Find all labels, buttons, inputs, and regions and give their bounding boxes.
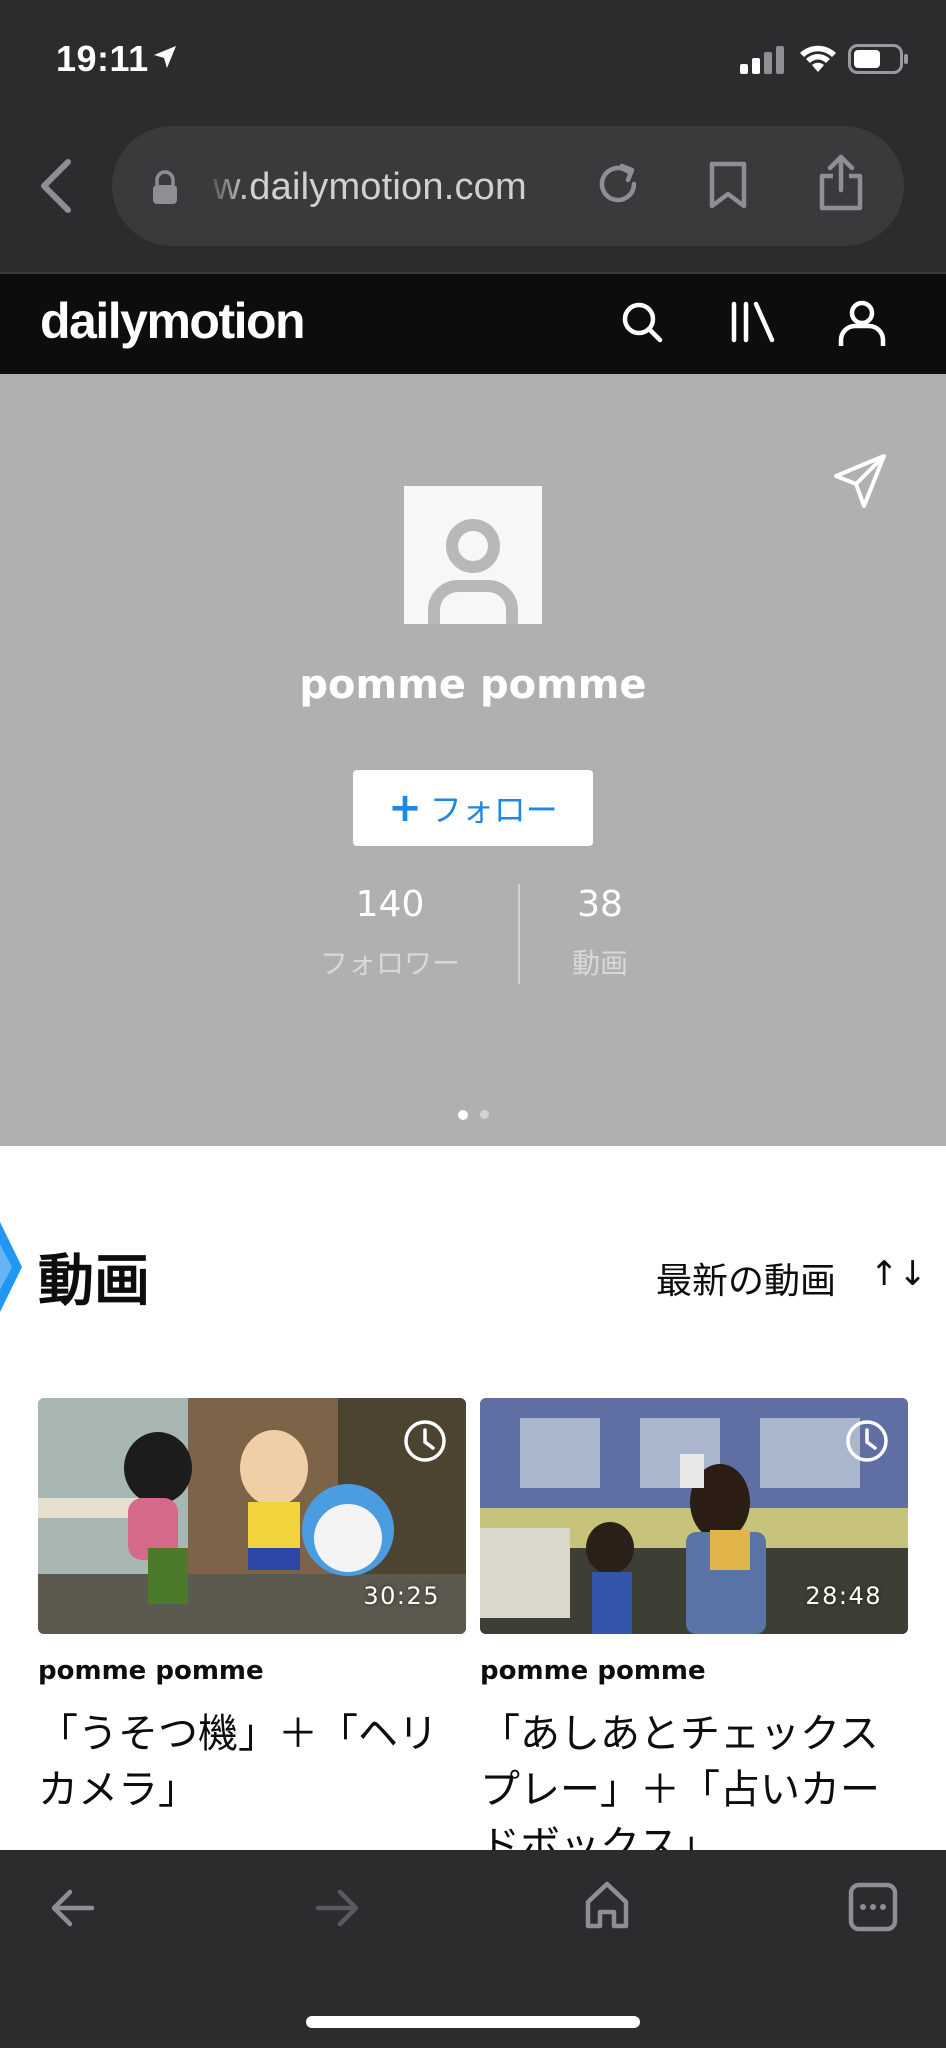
reload-icon[interactable] (594, 160, 642, 208)
section-title: 動画 (38, 1249, 150, 1314)
tabs-icon[interactable] (848, 1882, 898, 1932)
plus-icon: + (388, 785, 422, 831)
search-icon[interactable] (620, 300, 664, 344)
follow-label: フォロー (429, 791, 558, 829)
battery-icon (848, 44, 908, 74)
wifi-icon (800, 45, 836, 72)
video-channel-name[interactable]: pomme pomme (38, 1656, 264, 1686)
nav-forward-icon[interactable] (314, 1886, 362, 1930)
video-channel-name[interactable]: pomme pomme (480, 1656, 706, 1686)
bookmark-icon[interactable] (708, 160, 748, 210)
lock-icon (153, 170, 177, 204)
carousel-dot[interactable] (480, 1110, 489, 1119)
signal-icon (740, 46, 784, 74)
videos-count[interactable]: 38 (540, 884, 660, 925)
sort-dropdown[interactable]: 最新の動画 (656, 1252, 836, 1304)
sort-icon[interactable]: ↑↓ (870, 1254, 927, 1294)
home-indicator[interactable] (306, 2016, 640, 2028)
url-text[interactable]: w.dailymotion.com (213, 166, 527, 209)
followers-label: フォロワー (319, 947, 460, 980)
library-icon[interactable] (728, 300, 778, 344)
back-icon[interactable] (36, 158, 76, 214)
account-icon[interactable] (836, 298, 888, 350)
follow-button[interactable]: + フォロー (353, 770, 593, 846)
video-thumbnail[interactable]: 30:25 (38, 1398, 466, 1634)
url-fade (204, 156, 248, 216)
dailymotion-logo[interactable]: dailymotion (40, 292, 306, 350)
video-duration: 30:25 (363, 1582, 440, 1610)
section-accent-icon (0, 1222, 22, 1312)
send-icon[interactable] (830, 452, 890, 512)
video-thumbnail[interactable]: 28:48 (480, 1398, 908, 1634)
location-arrow-icon (154, 46, 176, 68)
status-time: 19:11 (56, 38, 149, 79)
video-duration: 28:48 (805, 1582, 882, 1610)
video-title[interactable]: 「うそつ機」＋「ヘリカメラ」 (38, 1706, 458, 1818)
avatar (404, 486, 542, 624)
followers-count[interactable]: 140 (318, 884, 462, 925)
nav-back-icon[interactable] (48, 1886, 96, 1930)
carousel-dot-active[interactable] (458, 1110, 468, 1120)
stat-divider (518, 884, 520, 984)
video-title[interactable]: 「あしあとチェックスプレー」＋「占いカードボックス」 (480, 1706, 900, 1874)
watch-later-icon[interactable] (844, 1418, 890, 1464)
home-icon[interactable] (584, 1880, 630, 1930)
profile-name: pomme pomme (299, 662, 647, 708)
default-avatar-icon (428, 519, 518, 624)
watch-later-icon[interactable] (402, 1418, 448, 1464)
videos-label: 動画 (571, 947, 628, 980)
share-icon[interactable] (818, 154, 864, 212)
